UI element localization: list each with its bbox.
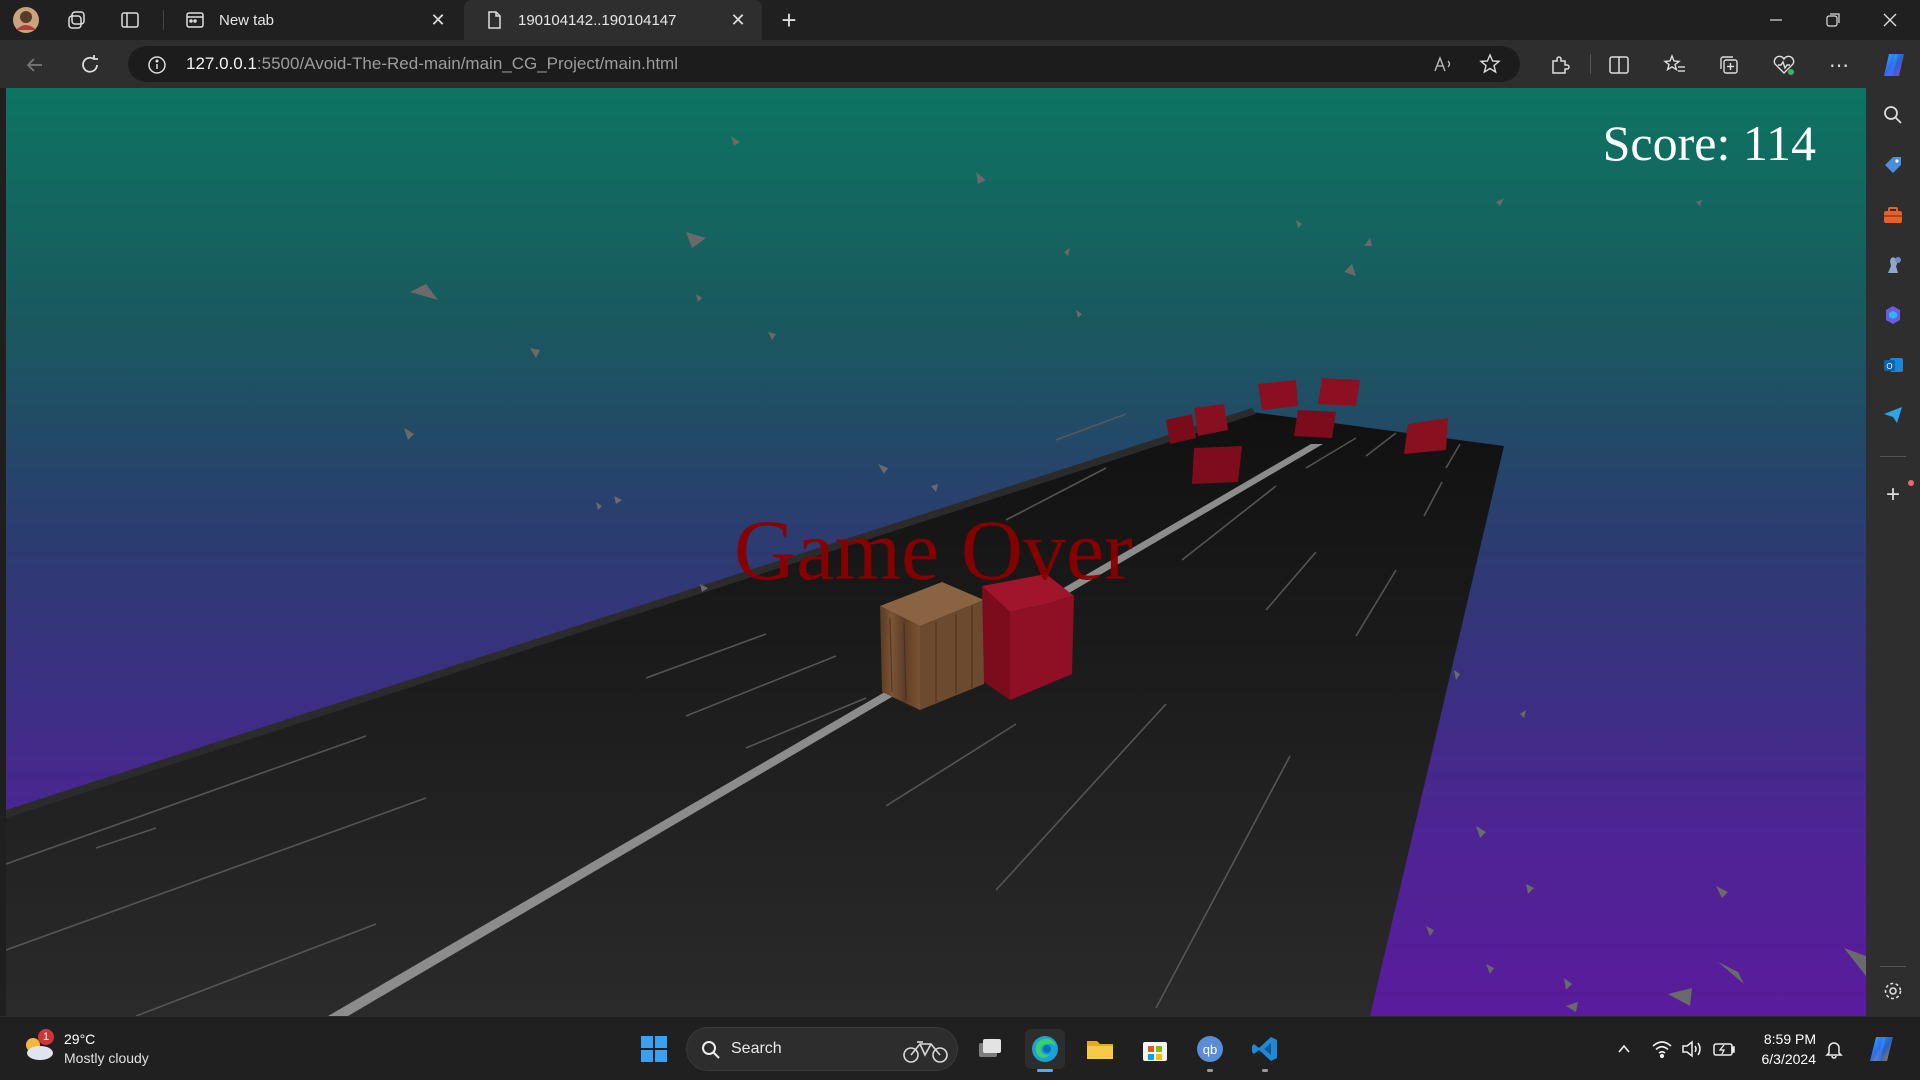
shopping-icon[interactable] xyxy=(1878,150,1908,180)
edge-icon[interactable] xyxy=(1025,1029,1065,1072)
taskbar-search[interactable]: Search xyxy=(686,1027,958,1071)
favorite-star-icon[interactable] xyxy=(1479,53,1501,80)
tab-bar: New tab ✕ 190104142..190104147 ✕ + xyxy=(0,0,1920,40)
edge-sidebar: O + xyxy=(1866,88,1920,1016)
clock-date[interactable]: 6/3/2024 xyxy=(1762,1051,1817,1067)
battery-icon[interactable] xyxy=(1712,1037,1736,1061)
url-path: :5500/Avoid-The-Red-main/main_CG_Project… xyxy=(256,54,678,73)
address-bar[interactable]: 127.0.0.1:5500/Avoid-The-Red-main/main_C… xyxy=(128,46,1520,82)
copilot-taskbar-icon[interactable] xyxy=(1866,1033,1898,1065)
windows-start-icon[interactable] xyxy=(634,1029,674,1069)
games-icon[interactable] xyxy=(1878,250,1908,280)
weather-badge: 1 xyxy=(38,1029,54,1045)
new-tab-button[interactable]: + xyxy=(775,5,803,35)
close-tab-icon[interactable]: ✕ xyxy=(428,10,448,30)
file-explorer-icon[interactable] xyxy=(1080,1029,1120,1069)
weather-temperature: 29°C xyxy=(64,1031,96,1047)
clock-time[interactable]: 8:59 PM xyxy=(1764,1031,1816,1047)
wifi-icon[interactable] xyxy=(1650,1037,1674,1061)
weather-description: Mostly cloudy xyxy=(64,1050,149,1066)
workspaces-icon[interactable] xyxy=(63,6,91,34)
bicycle-icon xyxy=(903,1041,948,1063)
page-icon xyxy=(488,11,501,29)
close-window-button[interactable] xyxy=(1862,0,1918,40)
collections-icon[interactable] xyxy=(1714,50,1744,80)
new-tab-icon xyxy=(186,12,204,28)
search-icon[interactable] xyxy=(1878,100,1908,130)
notification-icon[interactable] xyxy=(1822,1037,1846,1061)
obstacle-cube xyxy=(1294,410,1336,438)
profile-icon[interactable] xyxy=(12,6,40,34)
obstacle-cube xyxy=(1192,446,1242,484)
restore-button[interactable] xyxy=(1805,0,1861,40)
game-canvas[interactable]: Score: 114 Game Over xyxy=(6,88,1866,1016)
tab-label: New tab xyxy=(219,11,275,29)
url-text[interactable]: 127.0.0.1:5500/Avoid-The-Red-main/main_C… xyxy=(186,54,678,74)
taskbar: 1 29°C Mostly cloudy Search qb 8:59 PM 6… xyxy=(0,1016,1920,1080)
game-over-text: Game Over xyxy=(734,502,1133,598)
extensions-icon[interactable] xyxy=(1544,50,1574,80)
outlook-icon[interactable]: O xyxy=(1878,350,1908,380)
refresh-icon[interactable] xyxy=(75,50,105,80)
obstacle-cube xyxy=(1404,418,1448,454)
copilot-icon[interactable] xyxy=(1879,50,1909,80)
favorites-icon[interactable] xyxy=(1660,50,1690,80)
more-icon[interactable]: ⋯ xyxy=(1824,50,1854,80)
svg-text:qb: qb xyxy=(1203,1042,1217,1057)
split-screen-icon[interactable] xyxy=(1604,50,1634,80)
tools-icon[interactable] xyxy=(1878,200,1908,230)
qbittorrent-icon[interactable]: qb xyxy=(1190,1029,1230,1072)
browser-essentials-icon[interactable] xyxy=(1769,50,1799,80)
volume-icon[interactable] xyxy=(1680,1037,1704,1061)
obstacle-cube xyxy=(1318,378,1360,406)
site-info-icon[interactable] xyxy=(146,54,168,76)
show-hidden-icons-icon[interactable] xyxy=(1612,1037,1636,1061)
close-tab-icon[interactable]: ✕ xyxy=(728,10,748,30)
score-label: Score: 114 xyxy=(1602,115,1816,171)
task-view-icon[interactable] xyxy=(970,1029,1010,1069)
office-icon[interactable] xyxy=(1878,300,1908,330)
search-icon xyxy=(702,1041,720,1059)
store-icon[interactable] xyxy=(1135,1029,1175,1069)
minimize-button[interactable] xyxy=(1748,0,1804,40)
tab-label: 190104142..190104147 xyxy=(518,11,677,29)
search-label: Search xyxy=(731,1040,782,1057)
url-host: 127.0.0.1 xyxy=(186,54,257,73)
vscode-icon[interactable] xyxy=(1245,1029,1285,1072)
navigation-bar: 127.0.0.1:5500/Avoid-The-Red-main/main_C… xyxy=(0,40,1920,88)
back-icon[interactable] xyxy=(20,50,50,80)
svg-text:O: O xyxy=(1886,362,1892,371)
tab-actions-icon[interactable] xyxy=(116,6,144,34)
settings-icon[interactable] xyxy=(1878,976,1908,1006)
tab-new-tab[interactable]: New tab ✕ xyxy=(165,0,462,40)
read-aloud-icon[interactable] xyxy=(1432,53,1454,80)
send-icon[interactable] xyxy=(1878,400,1908,430)
tab-game[interactable]: 190104142..190104147 ✕ xyxy=(464,0,762,40)
add-icon[interactable]: + xyxy=(1878,480,1908,510)
obstacle-cube xyxy=(1258,380,1298,410)
